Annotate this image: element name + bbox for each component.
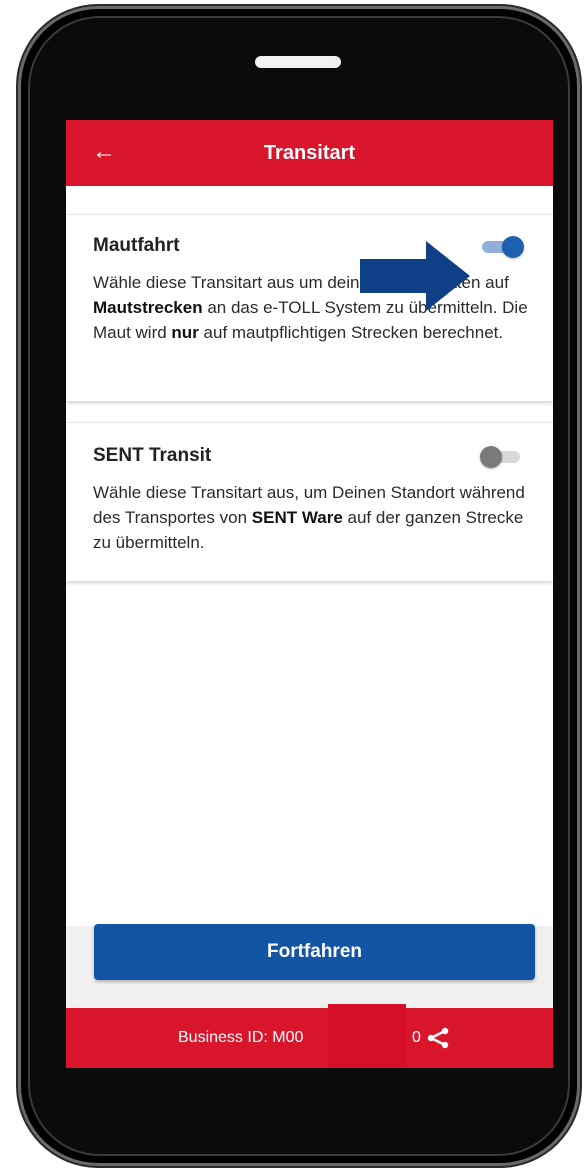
business-id-suffix: 0	[412, 1029, 421, 1046]
option-title: SENT Transit	[93, 445, 212, 466]
page-title: Transitart	[263, 142, 356, 164]
mautfahrt-toggle[interactable]	[480, 235, 524, 258]
phone-speaker	[255, 56, 341, 68]
app-screen: ← Transitart Mautfahrt Wähle diese Trans…	[66, 120, 553, 1068]
redaction-block	[328, 1004, 406, 1068]
footer-bar: Business ID: M00 0	[66, 1004, 553, 1068]
option-description: Wähle diese Transitart aus, um Deinen St…	[93, 483, 525, 552]
share-icon[interactable]	[426, 1026, 450, 1050]
option-title: Mautfahrt	[93, 235, 180, 256]
option-card-sent-transit[interactable]: SENT Transit Wähle diese Transitart aus,…	[66, 422, 553, 581]
continue-button[interactable]: Fortfahren	[94, 924, 535, 980]
annotation-arrow-icon	[360, 241, 470, 311]
sent-transit-toggle[interactable]	[480, 445, 524, 468]
toggle-thumb	[480, 446, 502, 468]
option-card-mautfahrt[interactable]: Mautfahrt Wähle diese Transitart aus um …	[66, 214, 553, 401]
toggle-thumb	[502, 236, 524, 258]
app-bar: ← Transitart	[66, 120, 553, 186]
transit-type-list: Mautfahrt Wähle diese Transitart aus um …	[66, 186, 553, 926]
business-id-label: Business ID: M00	[178, 1029, 304, 1046]
